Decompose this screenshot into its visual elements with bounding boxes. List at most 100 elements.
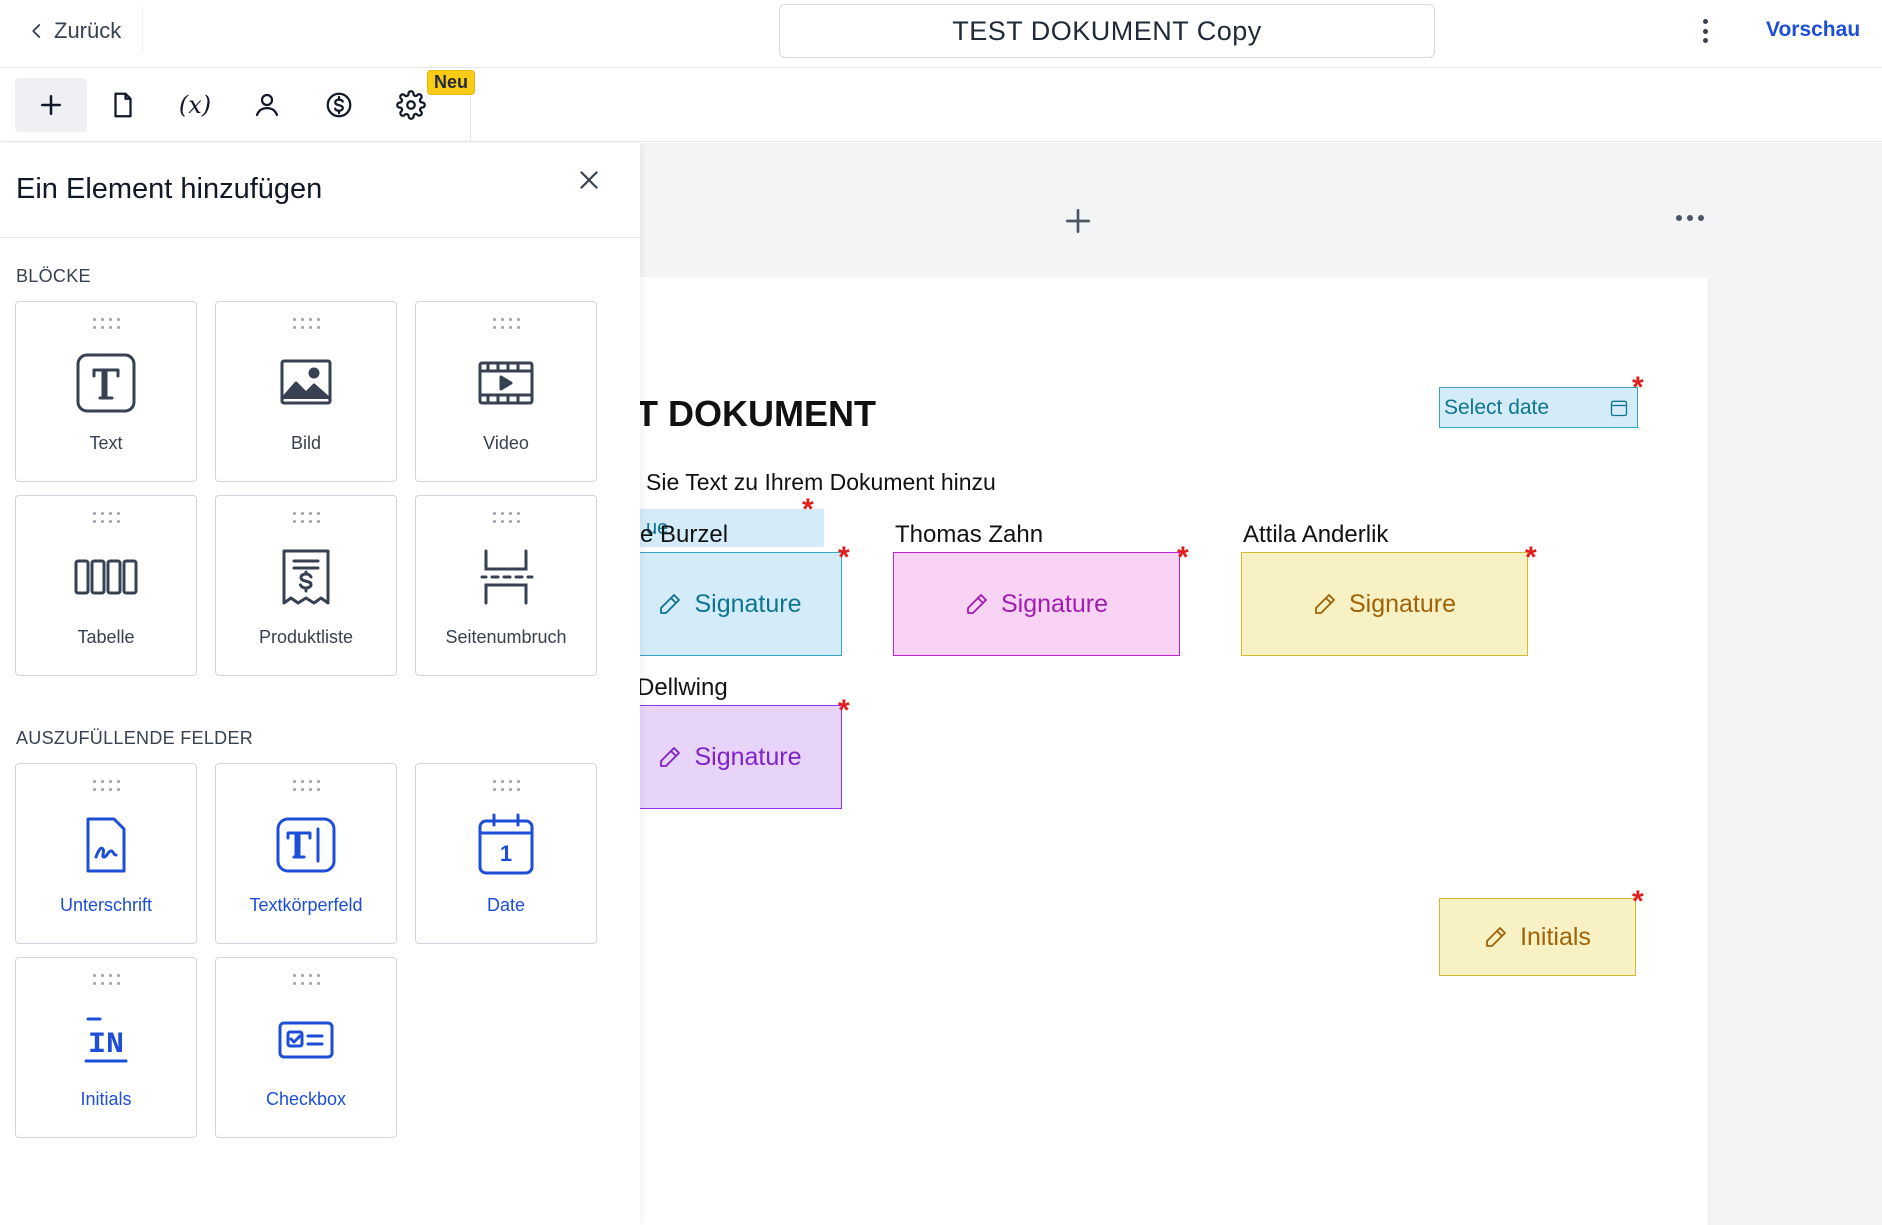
required-marker: * — [838, 694, 850, 727]
preview-button[interactable]: Vorschau — [1766, 18, 1860, 42]
blocks-section-label: BLÖCKE — [16, 266, 91, 286]
signer-name: Attila Anderlik — [1243, 521, 1389, 548]
add-element-panel: Ein Element hinzufügen BLÖCKE Text Bild … — [0, 143, 640, 1225]
drag-handle-icon — [293, 318, 321, 330]
new-badge: Neu — [427, 70, 476, 95]
signature-field[interactable]: Signature — [1241, 552, 1528, 656]
initials-label: Initials — [1520, 922, 1591, 951]
required-marker: * — [838, 541, 850, 574]
initials-field[interactable]: Initials — [1439, 898, 1636, 976]
date-field[interactable]: Select date — [1439, 387, 1638, 428]
signature-field[interactable]: Signature — [893, 552, 1180, 656]
tile-label: Checkbox — [265, 1089, 347, 1109]
checkbox-icon — [273, 1006, 339, 1072]
drag-handle-icon — [293, 974, 321, 986]
page-options-icon[interactable] — [1676, 215, 1704, 221]
calendar-day: 1 — [500, 841, 512, 866]
block-tile-video[interactable]: Video — [415, 301, 597, 482]
chevron-left-icon — [32, 24, 41, 38]
panel-title: Ein Element hinzufügen — [16, 173, 323, 205]
drag-handle-icon — [493, 780, 521, 792]
signer-name: e Burzel — [640, 521, 729, 548]
tile-label: Seitenumbruch — [445, 627, 567, 647]
signature-field-icon — [73, 812, 139, 878]
back-button[interactable]: Zurück — [28, 14, 121, 48]
page-break-icon — [473, 544, 539, 610]
signature-label: Signature — [694, 589, 802, 618]
tile-label: Date — [486, 895, 526, 915]
top-bar: Zurück TEST DOKUMENT Copy Vorschau — [0, 0, 1882, 68]
tile-label: Produktliste — [258, 627, 354, 647]
panel-divider — [0, 237, 640, 238]
text-block-icon — [73, 350, 139, 416]
tile-label: Unterschrift — [59, 895, 153, 915]
document-page: T DOKUMENT Sie Text zu Ihrem Dokument hi… — [618, 277, 1708, 1225]
block-tile-text[interactable]: Text — [15, 301, 197, 482]
add-page-icon[interactable] — [1062, 205, 1094, 237]
block-tile-table[interactable]: Tabelle — [15, 495, 197, 676]
pen-icon — [1315, 594, 1335, 614]
required-marker: * — [1632, 885, 1644, 918]
document-heading[interactable]: T DOKUMENT — [636, 393, 876, 435]
signature-label: Signature — [1000, 589, 1109, 618]
drag-handle-icon — [93, 318, 121, 330]
signer-name: Thomas Zahn — [895, 521, 1044, 548]
document-body-text[interactable]: Sie Text zu Ihrem Dokument hinzu — [646, 469, 996, 496]
required-marker: * — [802, 493, 814, 526]
pen-icon — [660, 747, 681, 767]
gear-icon — [396, 90, 426, 120]
document-title-input[interactable]: TEST DOKUMENT Copy — [779, 4, 1435, 58]
field-tile-checkbox[interactable]: Checkbox — [215, 957, 397, 1138]
dollar-icon — [326, 92, 352, 118]
signature-field[interactable]: Signature — [618, 552, 842, 656]
user-icon — [255, 93, 279, 117]
date-placeholder: Select date — [1444, 395, 1550, 419]
pen-icon — [1486, 927, 1506, 947]
document-icon — [114, 92, 132, 118]
drag-handle-icon — [93, 780, 121, 792]
fields-section-label: AUSZUFÜLLENDE FELDER — [16, 728, 254, 748]
plus-icon — [41, 95, 61, 115]
video-icon — [473, 350, 539, 416]
tile-label: Textkörperfeld — [249, 895, 363, 915]
tile-label: Tabelle — [77, 627, 135, 647]
signer-name: Dellwing — [637, 674, 728, 701]
field-tile-text[interactable]: Textkörperfeld — [215, 763, 397, 944]
required-marker: * — [1177, 541, 1189, 574]
variables-button[interactable]: (x) — [159, 78, 231, 132]
tile-label: Initials — [80, 1089, 132, 1109]
field-tile-initials[interactable]: IN Initials — [15, 957, 197, 1138]
recipients-button[interactable] — [231, 78, 303, 132]
drag-handle-icon — [493, 512, 521, 524]
close-icon[interactable] — [576, 167, 602, 193]
tile-label: Bild — [290, 433, 321, 453]
calendar-icon — [1610, 400, 1628, 417]
add-element-button[interactable] — [15, 78, 87, 132]
pen-icon — [660, 594, 681, 614]
field-tile-date[interactable]: 1 Date — [415, 763, 597, 944]
block-tile-product-list[interactable]: Produktliste — [215, 495, 397, 676]
product-list-icon — [273, 544, 339, 610]
required-marker: * — [1525, 541, 1537, 574]
tile-label: Video — [483, 433, 529, 453]
variables-icon: (x) — [178, 91, 212, 119]
field-tile-signature[interactable]: Unterschrift — [15, 763, 197, 944]
pricing-button[interactable] — [303, 78, 375, 132]
image-icon — [273, 350, 339, 416]
drag-handle-icon — [293, 512, 321, 524]
pen-icon — [967, 594, 987, 614]
calendar-icon: 1 — [473, 812, 539, 878]
editor-toolbar: (x) — [0, 68, 1882, 142]
block-tile-image[interactable]: Bild — [215, 301, 397, 482]
drag-handle-icon — [293, 780, 321, 792]
back-label: Zurück — [54, 18, 122, 43]
table-icon — [73, 544, 139, 610]
more-options-icon[interactable] — [1698, 16, 1712, 46]
tile-label: Text — [89, 433, 123, 453]
signature-label: Signature — [694, 742, 802, 771]
drag-handle-icon — [93, 512, 121, 524]
text-field-icon — [273, 812, 339, 878]
block-tile-page-break[interactable]: Seitenumbruch — [415, 495, 597, 676]
signature-field[interactable]: Signature — [618, 705, 842, 809]
document-button[interactable] — [87, 78, 159, 132]
